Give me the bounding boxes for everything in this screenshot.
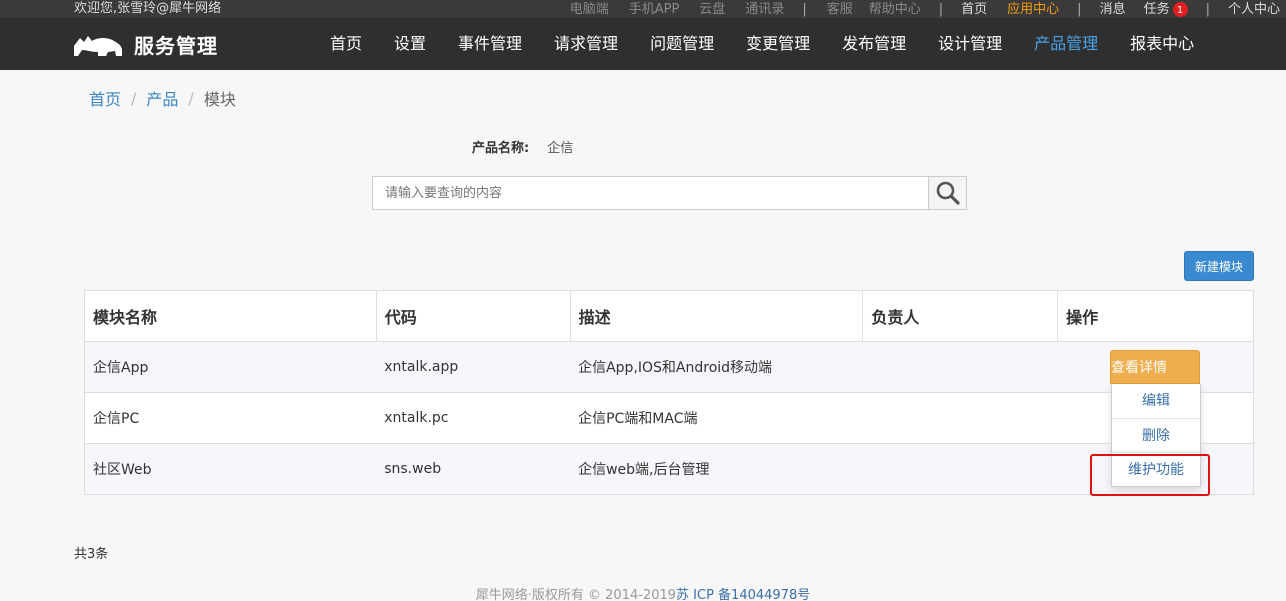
icp-link[interactable]: 苏 ICP 备14044978号 xyxy=(676,588,810,601)
cell-description: 企信PC端和MAC端 xyxy=(570,392,863,444)
breadcrumb: 首页 / 产品 / 模块 xyxy=(89,86,236,110)
table-row: 企信PC xntalk.pc 企信PC端和MAC端 xyxy=(84,392,1254,444)
menu-item-delete[interactable]: 删除 xyxy=(1112,418,1200,452)
main-header: 服务管理 首页 设置 事件管理 请求管理 问题管理 变更管理 发布管理 设计管理… xyxy=(0,18,1286,70)
separator: | xyxy=(1077,1,1082,17)
nav-settings[interactable]: 设置 xyxy=(378,18,442,70)
cell-code: xntalk.pc xyxy=(376,392,571,444)
nav-problem-management[interactable]: 问题管理 xyxy=(634,18,730,70)
brand-title: 服务管理 xyxy=(134,34,218,58)
search-bar xyxy=(372,176,967,210)
breadcrumb-separator: / xyxy=(131,88,137,108)
link-mobile-app[interactable]: 手机APP xyxy=(629,1,680,18)
cell-owner xyxy=(862,341,1058,393)
separator: | xyxy=(802,1,807,17)
total-count: 共3条 xyxy=(74,547,109,562)
search-input[interactable] xyxy=(373,177,928,209)
header-owner: 负责人 xyxy=(862,290,1059,342)
nav-report-center[interactable]: 报表中心 xyxy=(1114,18,1210,70)
header-code: 代码 xyxy=(375,290,571,342)
link-customer-service[interactable]: 客服 xyxy=(827,1,853,18)
breadcrumb-separator: / xyxy=(188,88,194,108)
menu-item-edit[interactable]: 编辑 xyxy=(1112,384,1200,418)
header-description: 描述 xyxy=(569,290,864,342)
link-help-center[interactable]: 帮助中心 xyxy=(869,1,921,18)
table-header-row: 模块名称 代码 描述 负责人 操作 xyxy=(84,290,1254,342)
new-module-button[interactable]: 新建模块 xyxy=(1184,251,1254,281)
cell-owner xyxy=(862,443,1058,495)
header-actions: 操作 xyxy=(1057,290,1254,342)
separator: | xyxy=(1205,1,1210,17)
separator: | xyxy=(938,1,944,17)
cell-description: 企信App,IOS和Android移动端 xyxy=(570,341,863,393)
cell-module-name: 社区Web xyxy=(84,443,377,495)
nav-incident-management[interactable]: 事件管理 xyxy=(442,18,538,70)
tasks-badge: 1 xyxy=(1172,1,1188,17)
nav-release-management[interactable]: 发布管理 xyxy=(826,18,922,70)
nav-change-management[interactable]: 变更管理 xyxy=(730,18,826,70)
nav-product-management[interactable]: 产品管理 xyxy=(1018,18,1114,70)
link-app-center[interactable]: 应用中心 xyxy=(1007,1,1059,18)
header-module-name: 模块名称 xyxy=(84,290,377,342)
main-nav: 首页 设置 事件管理 请求管理 问题管理 变更管理 发布管理 设计管理 产品管理… xyxy=(314,18,1210,70)
nav-design-management[interactable]: 设计管理 xyxy=(922,18,1018,70)
link-contacts[interactable]: 通讯录 xyxy=(745,1,784,18)
copyright-text: 犀牛网络·版权所有 © 2014-2019 xyxy=(475,588,677,601)
table-row: 社区Web sns.web 企信web端,后台管理 xyxy=(84,443,1254,495)
link-personal-center[interactable]: 个人中心 xyxy=(1228,1,1280,18)
product-name-label: 产品名称: xyxy=(472,141,530,156)
table-row: 企信App xntalk.app 企信App,IOS和Android移动端 xyxy=(84,341,1254,393)
breadcrumb-product[interactable]: 产品 xyxy=(146,86,178,110)
logo[interactable]: 服务管理 xyxy=(72,30,218,59)
search-button[interactable] xyxy=(928,177,966,209)
cell-module-name: 企信App xyxy=(84,341,377,393)
cell-description: 企信web端,后台管理 xyxy=(570,443,863,495)
search-icon xyxy=(936,181,960,205)
breadcrumb-home[interactable]: 首页 xyxy=(89,86,121,110)
product-name-value: 企信 xyxy=(547,141,574,156)
link-desktop[interactable]: 电脑端 xyxy=(570,1,609,18)
module-table: 模块名称 代码 描述 负责人 操作 企信App xntalk.app 企信App… xyxy=(84,290,1254,495)
nav-home[interactable]: 首页 xyxy=(314,18,378,70)
nav-request-management[interactable]: 请求管理 xyxy=(538,18,634,70)
rhino-logo-icon xyxy=(74,35,122,56)
link-cloud-disk[interactable]: 云盘 xyxy=(699,1,725,18)
copyright: 犀牛网络·版权所有 © 2014-2019苏 ICP 备14044978号 xyxy=(0,584,1286,601)
link-messages[interactable]: 消息 xyxy=(1100,1,1126,18)
cell-module-name: 企信PC xyxy=(84,392,377,444)
view-details-button[interactable]: 查看详情 xyxy=(1110,350,1200,384)
link-tasks[interactable]: 任务 1 xyxy=(1144,1,1188,18)
welcome-text: 欢迎您,张雪玲@犀牛网络 xyxy=(74,1,222,16)
cell-code: sns.web xyxy=(376,443,571,495)
breadcrumb-current: 模块 xyxy=(203,90,236,109)
highlight-annotation xyxy=(1090,454,1210,496)
top-links: 电脑端 手机APP 云盘 通讯录 | 客服 帮助中心 | 首页 应用中心 | 消… xyxy=(550,0,1280,18)
cell-owner xyxy=(862,392,1058,444)
link-home[interactable]: 首页 xyxy=(961,1,987,18)
cell-code: xntalk.app xyxy=(376,341,571,393)
tasks-label: 任务 xyxy=(1143,1,1170,17)
product-info: 产品名称: 企信 xyxy=(472,137,573,156)
top-utility-bar: 欢迎您,张雪玲@犀牛网络 电脑端 手机APP 云盘 通讯录 | 客服 帮助中心 … xyxy=(0,0,1286,18)
